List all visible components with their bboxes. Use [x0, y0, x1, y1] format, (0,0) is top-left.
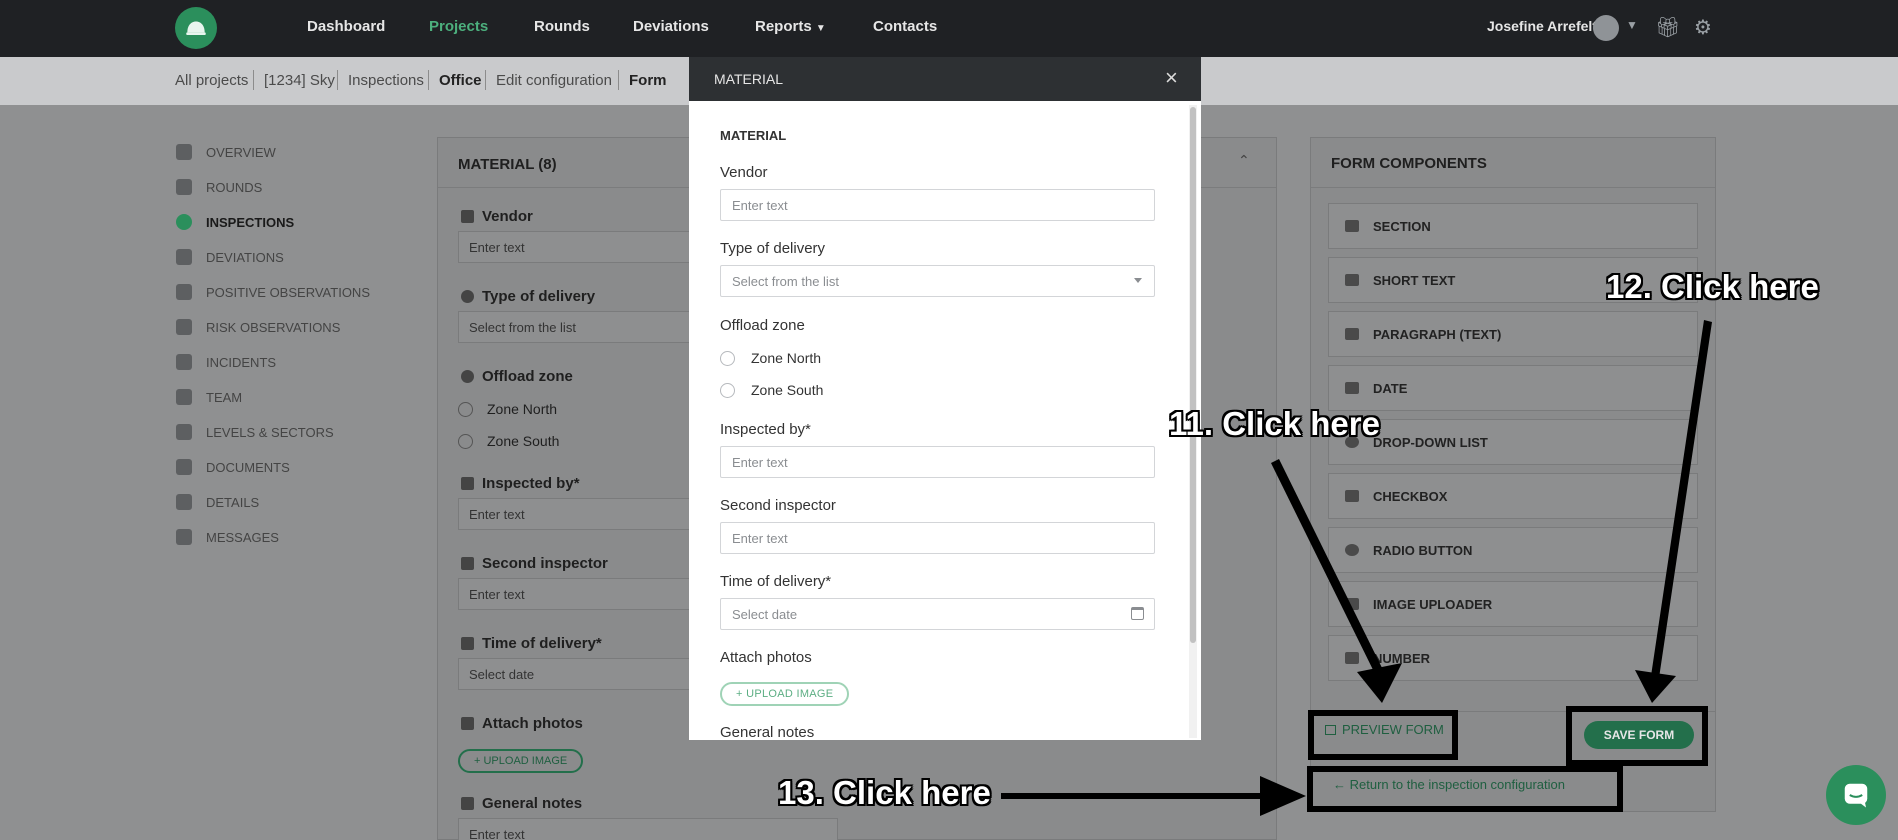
- arrow-shaft-13: [1001, 793, 1267, 799]
- arrow-head-11: [1357, 663, 1402, 703]
- highlight-box-save: [1566, 706, 1708, 766]
- annotation-step-12: 12. Click here: [1606, 268, 1819, 305]
- annotation-step-11: 11. Click here: [1169, 405, 1380, 442]
- chat-icon: [1844, 783, 1868, 808]
- arrow-shaft-11: [1271, 459, 1388, 684]
- highlight-box-preview: [1308, 710, 1458, 760]
- annotation-step-13: 13. Click here: [778, 774, 991, 811]
- highlight-box-return: [1307, 766, 1623, 812]
- arrow-head-13: [1260, 776, 1306, 816]
- chat-launcher-button[interactable]: [1826, 765, 1886, 825]
- arrow-head-12: [1635, 670, 1676, 703]
- arrow-shaft-12: [1651, 320, 1712, 678]
